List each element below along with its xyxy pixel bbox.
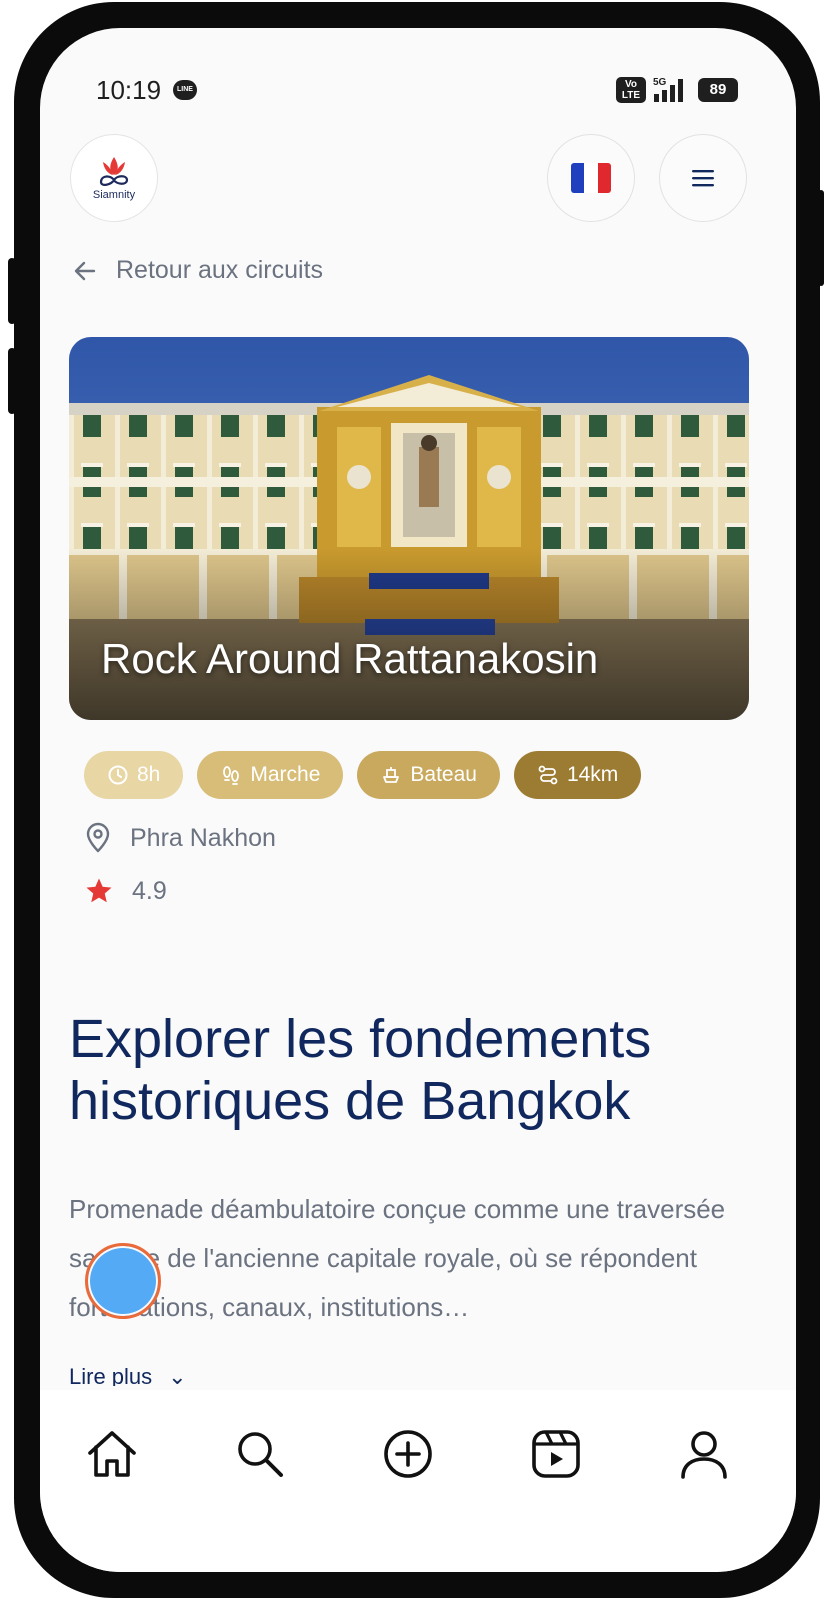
volume-down-button	[8, 348, 16, 414]
boat-tag: Bateau	[357, 751, 500, 799]
siamnity-logo[interactable]: Siamnity	[70, 134, 158, 222]
back-link[interactable]: Retour aux circuits	[72, 256, 323, 285]
profile-icon	[681, 1431, 727, 1479]
tour-description: Promenade déambulatoire conçue comme une…	[69, 1194, 726, 1322]
boat-icon	[383, 767, 400, 783]
distance-tag: 14km	[513, 751, 642, 799]
location-label: Phra Nakhon	[130, 823, 276, 852]
read-more-button[interactable]: Lire plus ⌄	[69, 1364, 187, 1386]
rating-row: 4.9	[84, 876, 167, 906]
language-button[interactable]	[547, 134, 635, 222]
location-row: Phra Nakhon	[84, 822, 276, 854]
map-pin-icon	[86, 822, 110, 853]
screen: 10:19 LINE Vo LTE 5G 89 Siamnity Retour …	[40, 28, 796, 1572]
clock-icon	[108, 765, 128, 785]
tour-tags: 8h Marche Bateau 14km	[84, 751, 642, 799]
add-icon	[384, 1430, 432, 1478]
duration-tag: 8h	[84, 751, 184, 799]
signal-icon: 5G	[653, 77, 683, 102]
status-time: 10:19	[96, 75, 162, 105]
rating-value: 4.9	[132, 876, 167, 905]
walking-tag: Marche	[197, 751, 344, 799]
nav-profile[interactable]	[676, 1426, 732, 1482]
home-icon	[88, 1431, 136, 1477]
battery-indicator: 89	[698, 78, 738, 102]
brand-name: Siamnity	[92, 189, 136, 201]
tour-title: Rock Around Rattanakosin	[101, 635, 599, 682]
boat-label: Bateau	[410, 763, 477, 786]
arrow-left-icon	[74, 261, 96, 280]
tour-heading: Explorer les fondements historiques de B…	[69, 1009, 652, 1131]
touch-indicator	[85, 1243, 161, 1319]
line-app-icon: LINE	[173, 80, 197, 100]
power-button	[818, 190, 824, 286]
search-icon	[238, 1432, 283, 1477]
duration-label: 8h	[137, 763, 161, 786]
nav-create[interactable]	[380, 1426, 436, 1482]
menu-button[interactable]	[659, 134, 747, 222]
nav-search[interactable]	[232, 1426, 288, 1482]
walking-label: Marche	[250, 763, 321, 786]
network-type: 5G	[653, 77, 667, 88]
volume-up-button	[8, 258, 16, 324]
star-icon	[86, 878, 112, 903]
read-more-label: Lire plus	[69, 1364, 153, 1386]
reels-icon	[532, 1430, 580, 1478]
france-flag-icon	[571, 163, 611, 193]
back-label: Retour aux circuits	[116, 256, 324, 284]
chevron-down-icon: ⌄	[168, 1364, 187, 1386]
volte-icon: Vo LTE	[616, 77, 646, 103]
menu-icon	[692, 170, 714, 187]
bottom-nav	[40, 1390, 796, 1572]
nav-home[interactable]	[84, 1426, 140, 1482]
distance-label: 14km	[566, 763, 619, 786]
route-icon	[538, 765, 558, 785]
lotus-icon	[99, 157, 129, 186]
nav-reels[interactable]	[528, 1426, 584, 1482]
status-icons: Vo LTE 5G 89	[616, 76, 738, 104]
tour-hero-image[interactable]: Rock Around Rattanakosin	[69, 337, 749, 720]
footprints-icon	[223, 766, 240, 785]
